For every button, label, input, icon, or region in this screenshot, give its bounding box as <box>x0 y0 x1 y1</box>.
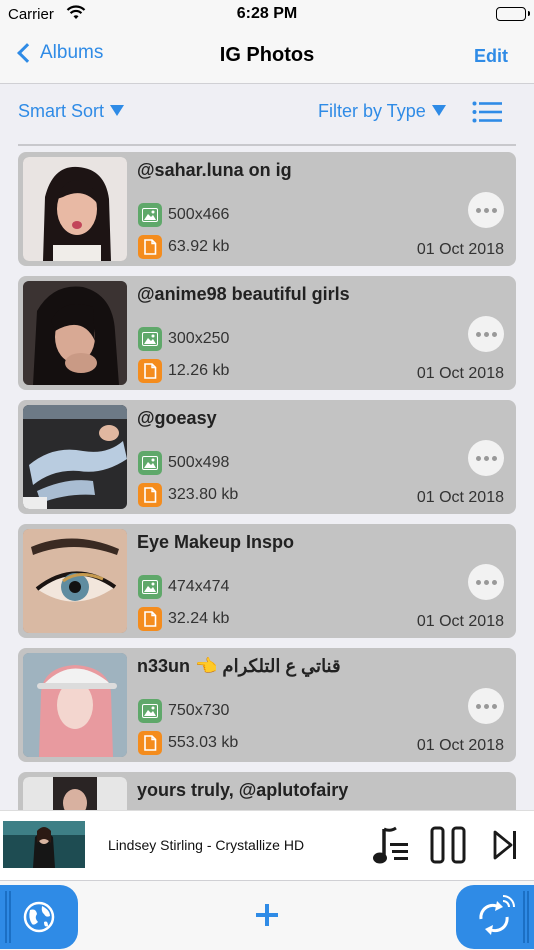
item-date: 01 Oct 2018 <box>416 365 504 382</box>
image-icon <box>138 575 162 599</box>
back-button[interactable]: Albums <box>14 42 103 64</box>
album-art <box>3 821 85 868</box>
filter-label: Filter by Type <box>318 101 426 121</box>
sort-filter-toolbar: Smart Sort Filter by Type <box>0 85 534 141</box>
file-size: 12.26 kb <box>168 362 230 379</box>
item-title: @anime98 beautiful girls <box>137 284 350 304</box>
navigation-bar: Albums IG Photos Edit <box>0 30 534 84</box>
photo-thumbnail <box>23 157 127 261</box>
list-item[interactable]: @sahar.luna on ig 500x466 63.92 kb 01 Oc… <box>18 152 516 266</box>
chevron-left-icon <box>17 43 37 63</box>
wifi-sync-icon <box>479 895 515 935</box>
item-title: yours truly, @aplutofairy <box>137 780 349 800</box>
image-dimensions: 474x474 <box>168 578 230 595</box>
more-options-button[interactable] <box>468 688 504 724</box>
pause-icon[interactable] <box>429 825 469 870</box>
item-date: 01 Oct 2018 <box>416 241 504 258</box>
photo-thumbnail <box>23 777 127 812</box>
item-date: 01 Oct 2018 <box>416 737 504 754</box>
filter-by-type-dropdown[interactable]: Filter by Type <box>318 101 446 122</box>
playlist-music-icon[interactable] <box>372 823 412 874</box>
edit-button[interactable]: Edit <box>474 46 508 67</box>
photo-thumbnail <box>23 281 127 385</box>
more-options-button[interactable] <box>468 316 504 352</box>
item-title: n33un 👈 قناتي ع التلكرام <box>137 656 341 676</box>
photo-thumbnail <box>23 405 127 509</box>
image-icon <box>138 203 162 227</box>
item-title: @goeasy <box>137 408 217 428</box>
file-icon <box>138 235 162 259</box>
more-options-button[interactable] <box>468 192 504 228</box>
clock: 6:28 PM <box>236 5 298 22</box>
divider <box>18 144 516 146</box>
add-icon[interactable] <box>255 903 279 927</box>
bottom-bar <box>0 880 534 950</box>
item-title: Eye Makeup Inspo <box>137 532 295 552</box>
image-icon <box>138 451 162 475</box>
file-icon <box>138 483 162 507</box>
more-options-button[interactable] <box>468 440 504 476</box>
item-title: @sahar.luna on ig <box>137 160 292 180</box>
globe-icon <box>23 901 55 933</box>
item-date: 01 Oct 2018 <box>416 489 504 506</box>
list-item[interactable]: yours truly, @aplutofairy <box>18 772 516 812</box>
image-icon <box>138 699 162 723</box>
list-item[interactable]: @goeasy 500x498 323.80 kb 01 Oct 2018 <box>18 400 516 514</box>
photo-thumbnail <box>23 529 127 633</box>
skip-next-icon[interactable] <box>493 829 519 866</box>
list-item[interactable]: n33un 👈 قناتي ع التلكرام 750x730 553.03 … <box>18 648 516 762</box>
list-item[interactable]: @anime98 beautiful girls 300x250 12.26 k… <box>18 276 516 390</box>
image-icon <box>138 327 162 351</box>
file-icon <box>138 607 162 631</box>
image-dimensions: 300x250 <box>168 330 230 347</box>
mini-player[interactable]: Lindsey Stirling - Crystallize HD <box>0 810 534 880</box>
list-view-icon[interactable] <box>472 101 502 123</box>
image-dimensions: 750x730 <box>168 702 230 719</box>
file-icon <box>138 359 162 383</box>
track-title: Lindsey Stirling - Crystallize HD <box>108 837 305 853</box>
image-dimensions: 500x466 <box>168 206 230 223</box>
decorative-stripes <box>523 891 529 943</box>
file-size: 553.03 kb <box>168 734 239 751</box>
item-date: 01 Oct 2018 <box>416 613 504 630</box>
back-label: Albums <box>40 42 104 63</box>
more-options-button[interactable] <box>468 564 504 600</box>
battery-icon <box>496 7 530 21</box>
photo-thumbnail <box>23 653 127 757</box>
file-size: 63.92 kb <box>168 238 230 255</box>
image-dimensions: 500x498 <box>168 454 230 471</box>
dropdown-arrow-icon <box>110 105 125 116</box>
file-size: 323.80 kb <box>168 486 239 503</box>
decorative-stripes <box>5 891 11 943</box>
status-bar: Carrier 6:28 PM <box>0 0 534 30</box>
smart-sort-label: Smart Sort <box>18 101 105 121</box>
list-item[interactable]: Eye Makeup Inspo 474x474 32.24 kb 01 Oct… <box>18 524 516 638</box>
file-icon <box>138 731 162 755</box>
smart-sort-dropdown[interactable]: Smart Sort <box>18 101 125 122</box>
photo-list[interactable]: @sahar.luna on ig 500x466 63.92 kb 01 Oc… <box>18 152 516 812</box>
file-size: 32.24 kb <box>168 610 230 627</box>
dropdown-arrow-icon <box>431 105 446 116</box>
